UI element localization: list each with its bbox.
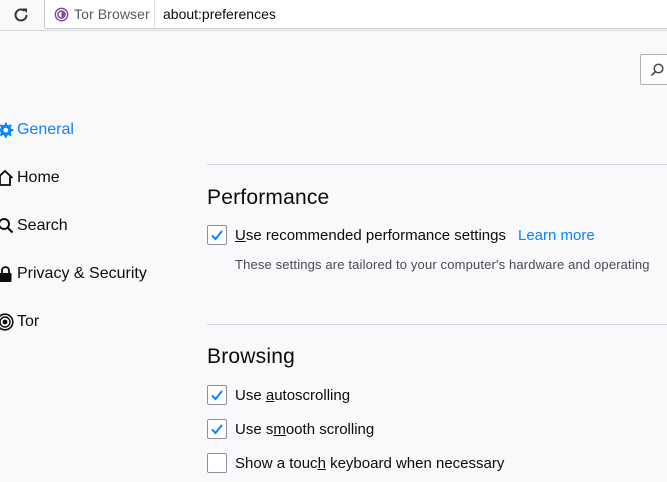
reload-button[interactable]	[9, 4, 33, 26]
smooth-scrolling-checkbox[interactable]	[207, 419, 227, 439]
reload-icon	[14, 8, 28, 22]
category-sidebar: General Home Search Privacy & Security T…	[0, 31, 200, 482]
sidebar-item-label: General	[17, 121, 74, 138]
smooth-scrolling-label[interactable]: Use smooth scrolling	[235, 421, 374, 438]
home-icon	[0, 169, 14, 187]
autoscrolling-row: Use autoscrolling	[207, 384, 350, 406]
label-part: utoscrolling	[274, 386, 351, 404]
touch-keyboard-row: Show a touch keyboard when necessary	[207, 452, 504, 474]
sidebar-item-privacy-security[interactable]: Privacy & Security	[0, 254, 200, 294]
url-text[interactable]: about:preferences	[163, 0, 276, 28]
recommended-performance-checkbox[interactable]	[207, 225, 227, 245]
performance-heading: Performance	[207, 186, 330, 209]
label-part: ooth scrolling	[285, 420, 375, 438]
search-icon	[650, 63, 664, 77]
label-part: Use s	[235, 420, 274, 438]
sidebar-item-search[interactable]: Search	[0, 206, 200, 246]
label-part: keyboard when necessary	[325, 454, 505, 472]
learn-more-link[interactable]: Learn more	[518, 227, 595, 244]
sidebar-item-label: Tor	[17, 313, 40, 330]
access-key: a	[265, 386, 275, 404]
url-bar[interactable]: Tor Browser about:preferences	[44, 0, 667, 29]
sidebar-item-tor[interactable]: Tor	[0, 302, 200, 342]
identity-label: Tor Browser	[74, 6, 150, 22]
checkmark-icon	[211, 230, 223, 241]
sidebar-item-general[interactable]: General	[0, 110, 200, 150]
search-icon	[0, 217, 14, 235]
sidebar-item-label: Search	[17, 217, 68, 234]
access-key: m	[273, 420, 286, 438]
access-key: U	[235, 226, 246, 244]
recommended-performance-label[interactable]: Use recommended performance settings	[235, 227, 506, 244]
access-key: h	[317, 454, 326, 472]
preferences-content: General Home Search Privacy & Security T…	[0, 31, 667, 482]
checkmark-icon	[211, 424, 223, 435]
sidebar-item-home[interactable]: Home	[0, 158, 200, 198]
autoscrolling-label[interactable]: Use autoscrolling	[235, 387, 350, 404]
label-part: Show a touc	[235, 454, 318, 472]
autoscrolling-checkbox[interactable]	[207, 385, 227, 405]
touch-keyboard-label[interactable]: Show a touch keyboard when necessary	[235, 455, 504, 472]
recommended-performance-label-text: se recommended performance settings	[245, 226, 506, 244]
preferences-search-input[interactable]	[640, 54, 667, 85]
performance-description: These settings are tailored to your comp…	[235, 257, 650, 272]
section-divider	[207, 164, 667, 165]
sidebar-item-label: Home	[17, 169, 60, 186]
gear-icon	[0, 121, 14, 139]
lock-icon	[0, 265, 14, 283]
tor-browser-icon	[54, 7, 69, 21]
section-divider	[207, 324, 667, 325]
sidebar-item-label: Privacy & Security	[17, 265, 147, 282]
label-part: Use	[235, 386, 266, 404]
touch-keyboard-checkbox[interactable]	[207, 453, 227, 473]
recommended-performance-row: Use recommended performance settings Lea…	[207, 224, 595, 246]
identity-box[interactable]: Tor Browser	[45, 0, 155, 28]
smooth-scrolling-row: Use smooth scrolling	[207, 418, 374, 440]
navigation-toolbar: Tor Browser about:preferences	[0, 0, 667, 31]
checkmark-icon	[211, 390, 223, 401]
tor-onion-icon	[0, 313, 14, 331]
browsing-heading: Browsing	[207, 345, 295, 368]
